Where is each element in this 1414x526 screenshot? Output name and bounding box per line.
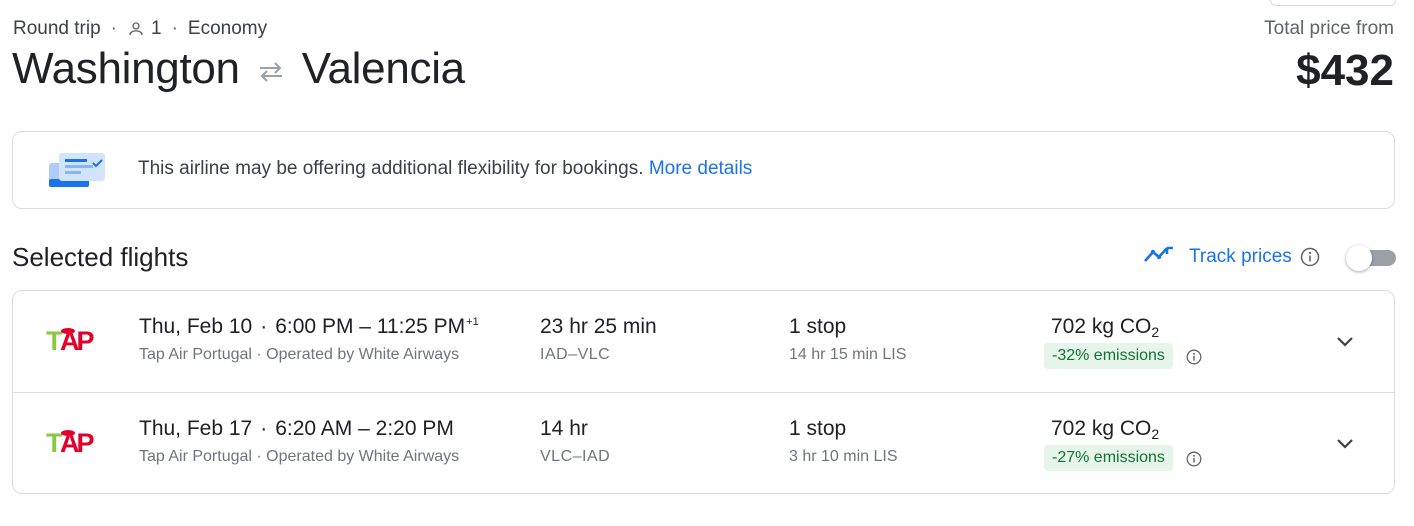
- separator-dot: ·: [260, 315, 268, 338]
- flight-stops: 1 stop: [789, 417, 847, 440]
- chevron-down-icon[interactable]: [1333, 329, 1357, 358]
- co2-subscript: 2: [1151, 426, 1160, 442]
- time-dash: –: [358, 417, 370, 440]
- co2-value: 702 kg CO: [1051, 315, 1152, 338]
- track-prices-label[interactable]: Track prices: [1189, 246, 1292, 268]
- notice-text: This airline may be offering additional …: [138, 158, 644, 179]
- separator-dot: ·: [110, 18, 117, 39]
- flight-row-outbound[interactable]: T AP Thu, Feb 10 · 6:00 PM – 11:25 PM+1 Ta…: [13, 291, 1394, 392]
- track-prices-toggle[interactable]: [1346, 245, 1396, 271]
- flight-duration: 23 hr 25 min: [540, 315, 657, 338]
- origin-city: Washington: [12, 44, 240, 93]
- operated-by: Operated by White Airways: [266, 448, 460, 465]
- flight-row-return[interactable]: T AP Thu, Feb 17 · 6:20 AM – 2:20 PM Tap A…: [13, 392, 1394, 493]
- flight-date: Thu, Feb 17: [139, 417, 253, 440]
- flexibility-notice: This airline may be offering additional …: [12, 131, 1395, 209]
- airline-info: Tap Air Portugal · Operated by White Air…: [139, 346, 460, 363]
- day-offset: +1: [466, 316, 479, 328]
- info-icon[interactable]: [1186, 349, 1202, 370]
- toggle-knob: [1346, 245, 1372, 271]
- time-dash: –: [359, 315, 371, 338]
- airline-name: Tap Air Portugal: [139, 448, 252, 465]
- more-details-link[interactable]: More details: [649, 158, 753, 179]
- info-icon[interactable]: [1300, 247, 1320, 267]
- price-label: Total price from: [1264, 18, 1394, 39]
- flight-airports: IAD–VLC: [540, 346, 611, 363]
- emissions-badge: -32% emissions: [1044, 343, 1173, 369]
- flight-date: Thu, Feb 10: [139, 315, 253, 338]
- flight-stops: 1 stop: [789, 315, 847, 338]
- route-title: Washington Valencia: [12, 44, 465, 94]
- swap-arrows-icon: [256, 61, 286, 83]
- flight-times: Thu, Feb 17 · 6:20 AM – 2:20 PM: [139, 417, 454, 441]
- flight-layover: 3 hr 10 min LIS: [789, 448, 898, 465]
- arrival-time: 2:20 PM: [375, 417, 454, 440]
- notice-message: This airline may be offering additional …: [138, 158, 752, 180]
- section-title: Selected flights: [12, 242, 189, 272]
- flight-duration: 14 hr: [540, 417, 588, 440]
- flight-airports: VLC–IAD: [540, 448, 611, 465]
- separator-dot: ·: [171, 18, 178, 39]
- departure-time: 6:20 AM: [275, 417, 353, 440]
- track-prices[interactable]: Track prices: [1143, 244, 1320, 269]
- destination-city: Valencia: [301, 44, 465, 93]
- departure-time: 6:00 PM: [275, 315, 354, 338]
- airline-name: Tap Air Portugal: [139, 346, 252, 363]
- trip-summary: Round trip · 1 · Economy: [13, 18, 267, 40]
- arrival-time: 11:25 PM: [376, 315, 466, 338]
- operated-by: Operated by White Airways: [266, 346, 460, 363]
- flight-times: Thu, Feb 10 · 6:00 PM – 11:25 PM+1: [139, 315, 479, 339]
- cabin-class: Economy: [187, 18, 268, 39]
- trip-type: Round trip: [13, 18, 101, 39]
- passenger-count: 1: [151, 18, 162, 39]
- separator-dot: ·: [260, 417, 268, 440]
- flight-layover: 14 hr 15 min LIS: [789, 346, 907, 363]
- co2-amount: 702 kg CO2: [1051, 315, 1159, 340]
- co2-subscript: 2: [1151, 324, 1160, 340]
- emissions-badge: -27% emissions: [1044, 445, 1173, 471]
- top-right-control-edge: [1270, 0, 1396, 6]
- total-price: $432: [1296, 46, 1394, 95]
- co2-amount: 702 kg CO2: [1051, 417, 1159, 442]
- tap-logo-icon: T AP: [46, 427, 97, 462]
- airline-info: Tap Air Portugal · Operated by White Air…: [139, 448, 460, 465]
- info-icon[interactable]: [1186, 451, 1202, 472]
- person-icon: [127, 20, 145, 38]
- selected-flights-list: T AP Thu, Feb 10 · 6:00 PM – 11:25 PM+1 Ta…: [12, 290, 1395, 494]
- chevron-down-icon[interactable]: [1333, 431, 1357, 460]
- flexible-booking-illustration-icon: [47, 151, 109, 196]
- tap-logo-icon: T AP: [46, 325, 97, 360]
- trending-line-icon: [1143, 244, 1175, 269]
- co2-value: 702 kg CO: [1051, 417, 1152, 440]
